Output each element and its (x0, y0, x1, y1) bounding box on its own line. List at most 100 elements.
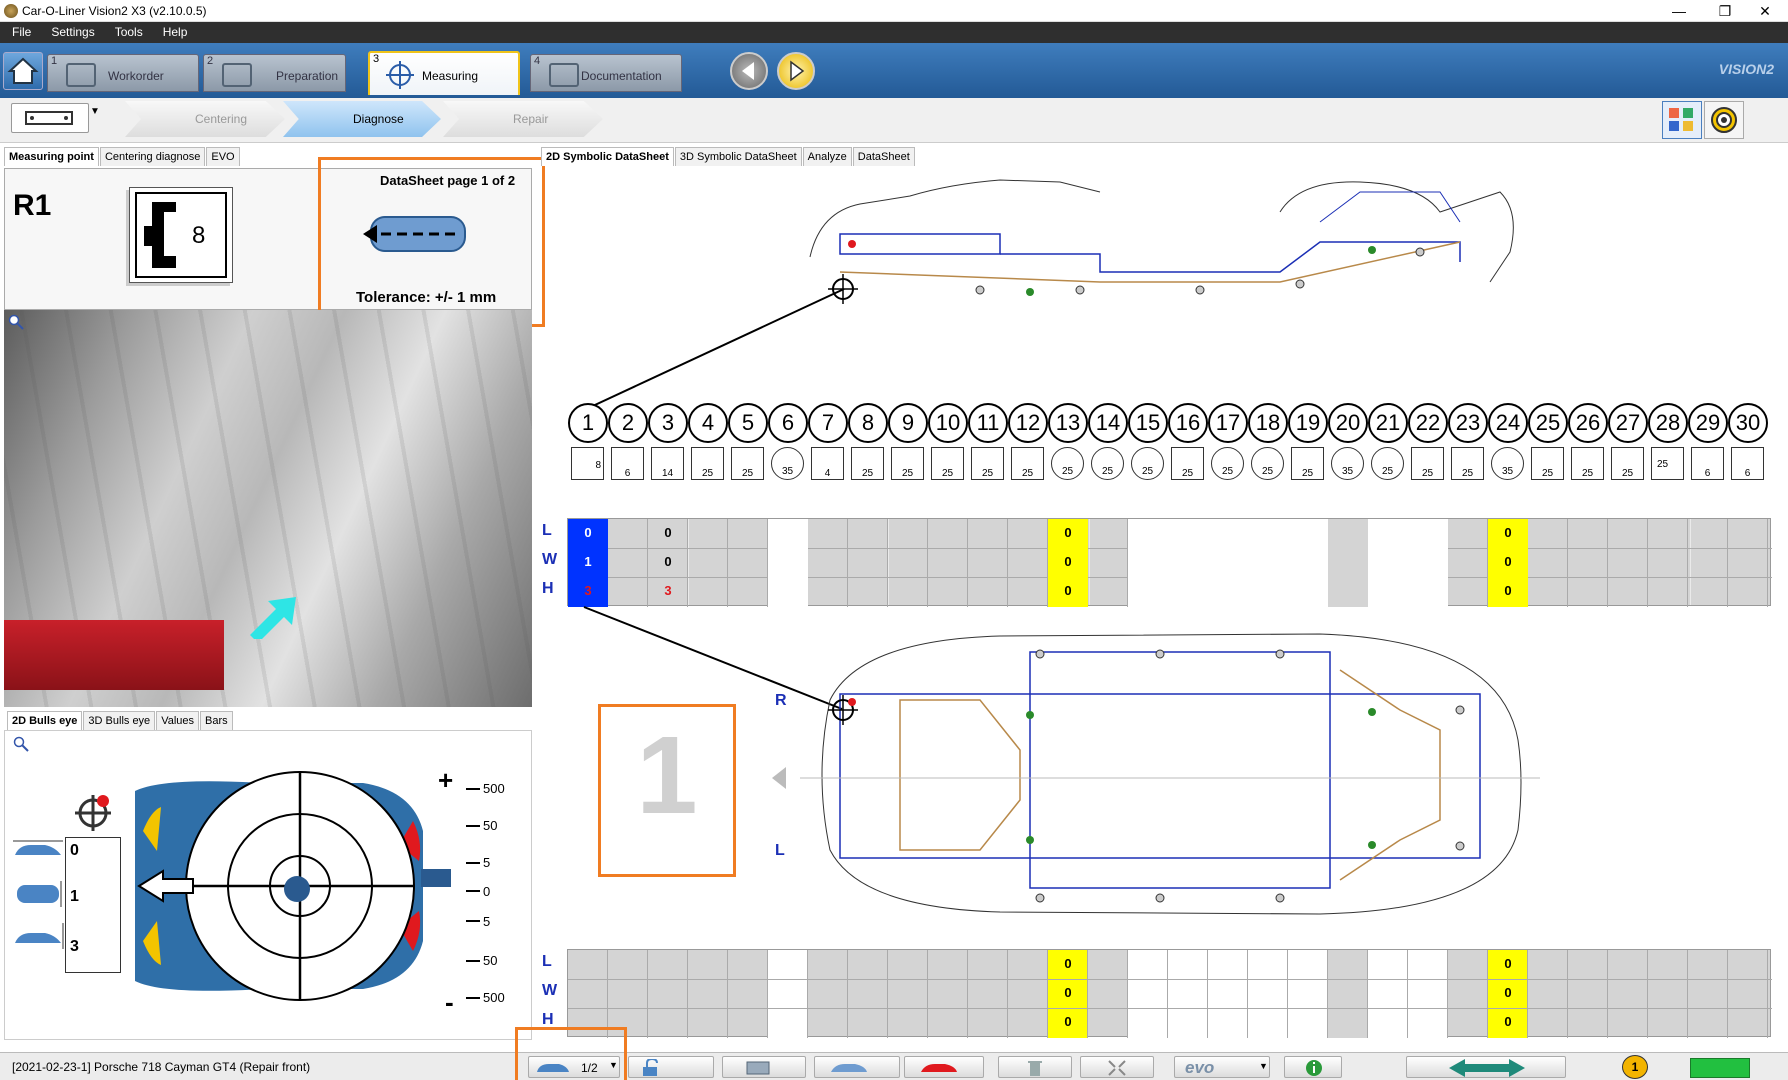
point-number[interactable]: 27 (1608, 403, 1648, 443)
car-view-button[interactable] (814, 1056, 900, 1078)
point-number[interactable]: 16 (1168, 403, 1208, 443)
cell-value: 0 (1504, 985, 1512, 1000)
substep-repair[interactable]: Repair (443, 101, 603, 137)
brand-logo: VISION2 (1718, 61, 1774, 77)
point-number[interactable]: 8 (848, 403, 888, 443)
point-number[interactable]: 4 (688, 403, 728, 443)
evo-button[interactable]: evo ▼ (1174, 1056, 1270, 1078)
grid-view-button[interactable] (1662, 101, 1702, 139)
crosshair-icon (386, 61, 414, 89)
target-view-button[interactable] (1704, 101, 1744, 139)
adapter-symbol: 25 (891, 447, 924, 480)
tab-values[interactable]: Values (156, 711, 200, 730)
damage-view-button[interactable] (904, 1056, 984, 1078)
point-number[interactable]: 7 (808, 403, 848, 443)
adapter-symbol: 25 (1091, 447, 1124, 480)
home-button[interactable] (3, 52, 43, 90)
top-measurement-table: 0 1 3 0 0 3 0 0 0 0 0 0 (567, 518, 1772, 607)
close-button[interactable]: ✕ (1742, 2, 1788, 20)
car-top-diagram (800, 633, 1540, 915)
tool-button[interactable] (722, 1056, 806, 1078)
point-number[interactable]: 25 (1528, 403, 1568, 443)
point-number[interactable]: 26 (1568, 403, 1608, 443)
back-button[interactable] (730, 52, 768, 90)
bench-selector[interactable] (11, 103, 89, 133)
red-car-icon (921, 1064, 957, 1072)
delete-button[interactable] (998, 1056, 1072, 1078)
swap-button[interactable] (1406, 1056, 1566, 1078)
menu-file[interactable]: File (0, 22, 39, 39)
tab-bars[interactable]: Bars (200, 711, 233, 730)
point-number[interactable]: 12 (1008, 403, 1048, 443)
point-number[interactable]: 21 (1368, 403, 1408, 443)
tab-workorder[interactable]: 1 Workorder (47, 54, 199, 92)
menu-tools[interactable]: Tools (103, 22, 151, 39)
point-number[interactable]: 3 (648, 403, 688, 443)
point-number[interactable]: 6 (768, 403, 808, 443)
point-number[interactable]: 10 (928, 403, 968, 443)
menu-settings[interactable]: Settings (39, 22, 102, 39)
point-number[interactable]: 24 (1488, 403, 1528, 443)
value-length: 0 (70, 842, 79, 859)
tab-2d-bulls-eye[interactable]: 2D Bulls eye (7, 711, 83, 730)
tab-documentation[interactable]: 4 Documentation (530, 54, 682, 92)
tab-2d-symbolic[interactable]: 2D Symbolic DataSheet (541, 147, 674, 166)
forward-button[interactable] (777, 52, 815, 90)
cell-value: 0 (664, 525, 672, 540)
point-number[interactable]: 15 (1128, 403, 1168, 443)
adapter-symbol: 25 (1371, 447, 1404, 480)
point-number[interactable]: 29 (1688, 403, 1728, 443)
row-label-w: W (542, 982, 558, 999)
info-button[interactable] (1284, 1056, 1342, 1078)
point-number[interactable]: 19 (1288, 403, 1328, 443)
leader-line-top (581, 288, 845, 412)
point-number[interactable]: 11 (968, 403, 1008, 443)
menu-help[interactable]: Help (151, 22, 196, 39)
cell-value: 0 (1504, 1014, 1512, 1029)
tab-3d-bulls-eye[interactable]: 3D Bulls eye (83, 711, 156, 730)
tab-measuring[interactable]: 3 Measuring (368, 51, 520, 95)
tab-analyze[interactable]: Analyze (802, 147, 852, 166)
value-width: 1 (70, 888, 79, 905)
point-number[interactable]: 13 (1048, 403, 1088, 443)
unlock-button[interactable] (628, 1056, 714, 1078)
scale-minus: - (445, 987, 454, 1017)
tab-datasheet[interactable]: DataSheet (852, 147, 915, 166)
adapter-symbol: 25 (851, 447, 884, 480)
tab-preparation[interactable]: 2 Preparation (203, 54, 346, 92)
point-number[interactable]: 17 (1208, 403, 1248, 443)
substep-diagnose[interactable]: Diagnose (283, 101, 441, 137)
point-number[interactable]: 1 (568, 403, 608, 443)
point-number[interactable]: 2 (608, 403, 648, 443)
point-number[interactable]: 18 (1248, 403, 1288, 443)
scale-tick: 0 (483, 884, 491, 899)
point-number[interactable]: 23 (1448, 403, 1488, 443)
tab-centering-diagnose[interactable]: Centering diagnose (99, 147, 206, 166)
adapter-symbol: 25 (1531, 447, 1564, 480)
zoom-icon[interactable] (13, 736, 29, 752)
collapse-button[interactable] (1080, 1056, 1154, 1078)
tab-evo[interactable]: EVO (206, 147, 240, 166)
point-number[interactable]: 14 (1088, 403, 1128, 443)
tab-3d-symbolic[interactable]: 3D Symbolic DataSheet (674, 147, 802, 166)
point-number[interactable]: 28 (1648, 403, 1688, 443)
notification-badge[interactable]: 1 (1622, 1055, 1648, 1079)
car-side-icon (831, 1064, 867, 1072)
minimize-button[interactable]: — (1656, 2, 1702, 20)
cell-value: 0 (584, 525, 592, 540)
point-number[interactable]: 30 (1728, 403, 1768, 443)
substep-centering[interactable]: Centering (125, 101, 285, 137)
chevron-down-icon[interactable]: ▼ (90, 106, 100, 117)
target-point-icon (75, 795, 111, 831)
point-number[interactable]: 9 (888, 403, 928, 443)
zoom-icon[interactable] (8, 314, 24, 330)
point-number[interactable]: 22 (1408, 403, 1448, 443)
highlight-box-datasheet (318, 157, 545, 327)
adapter-symbol: 25 (1251, 447, 1284, 480)
bottom-measurement-table: 0 0 0 0 0 0 (567, 949, 1772, 1038)
tab-measuring-point[interactable]: Measuring point (4, 147, 99, 166)
point-number[interactable]: 20 (1328, 403, 1368, 443)
arrow-indicator-icon (250, 597, 296, 639)
point-number[interactable]: 5 (728, 403, 768, 443)
adapter-symbol: 25 (1651, 447, 1684, 480)
